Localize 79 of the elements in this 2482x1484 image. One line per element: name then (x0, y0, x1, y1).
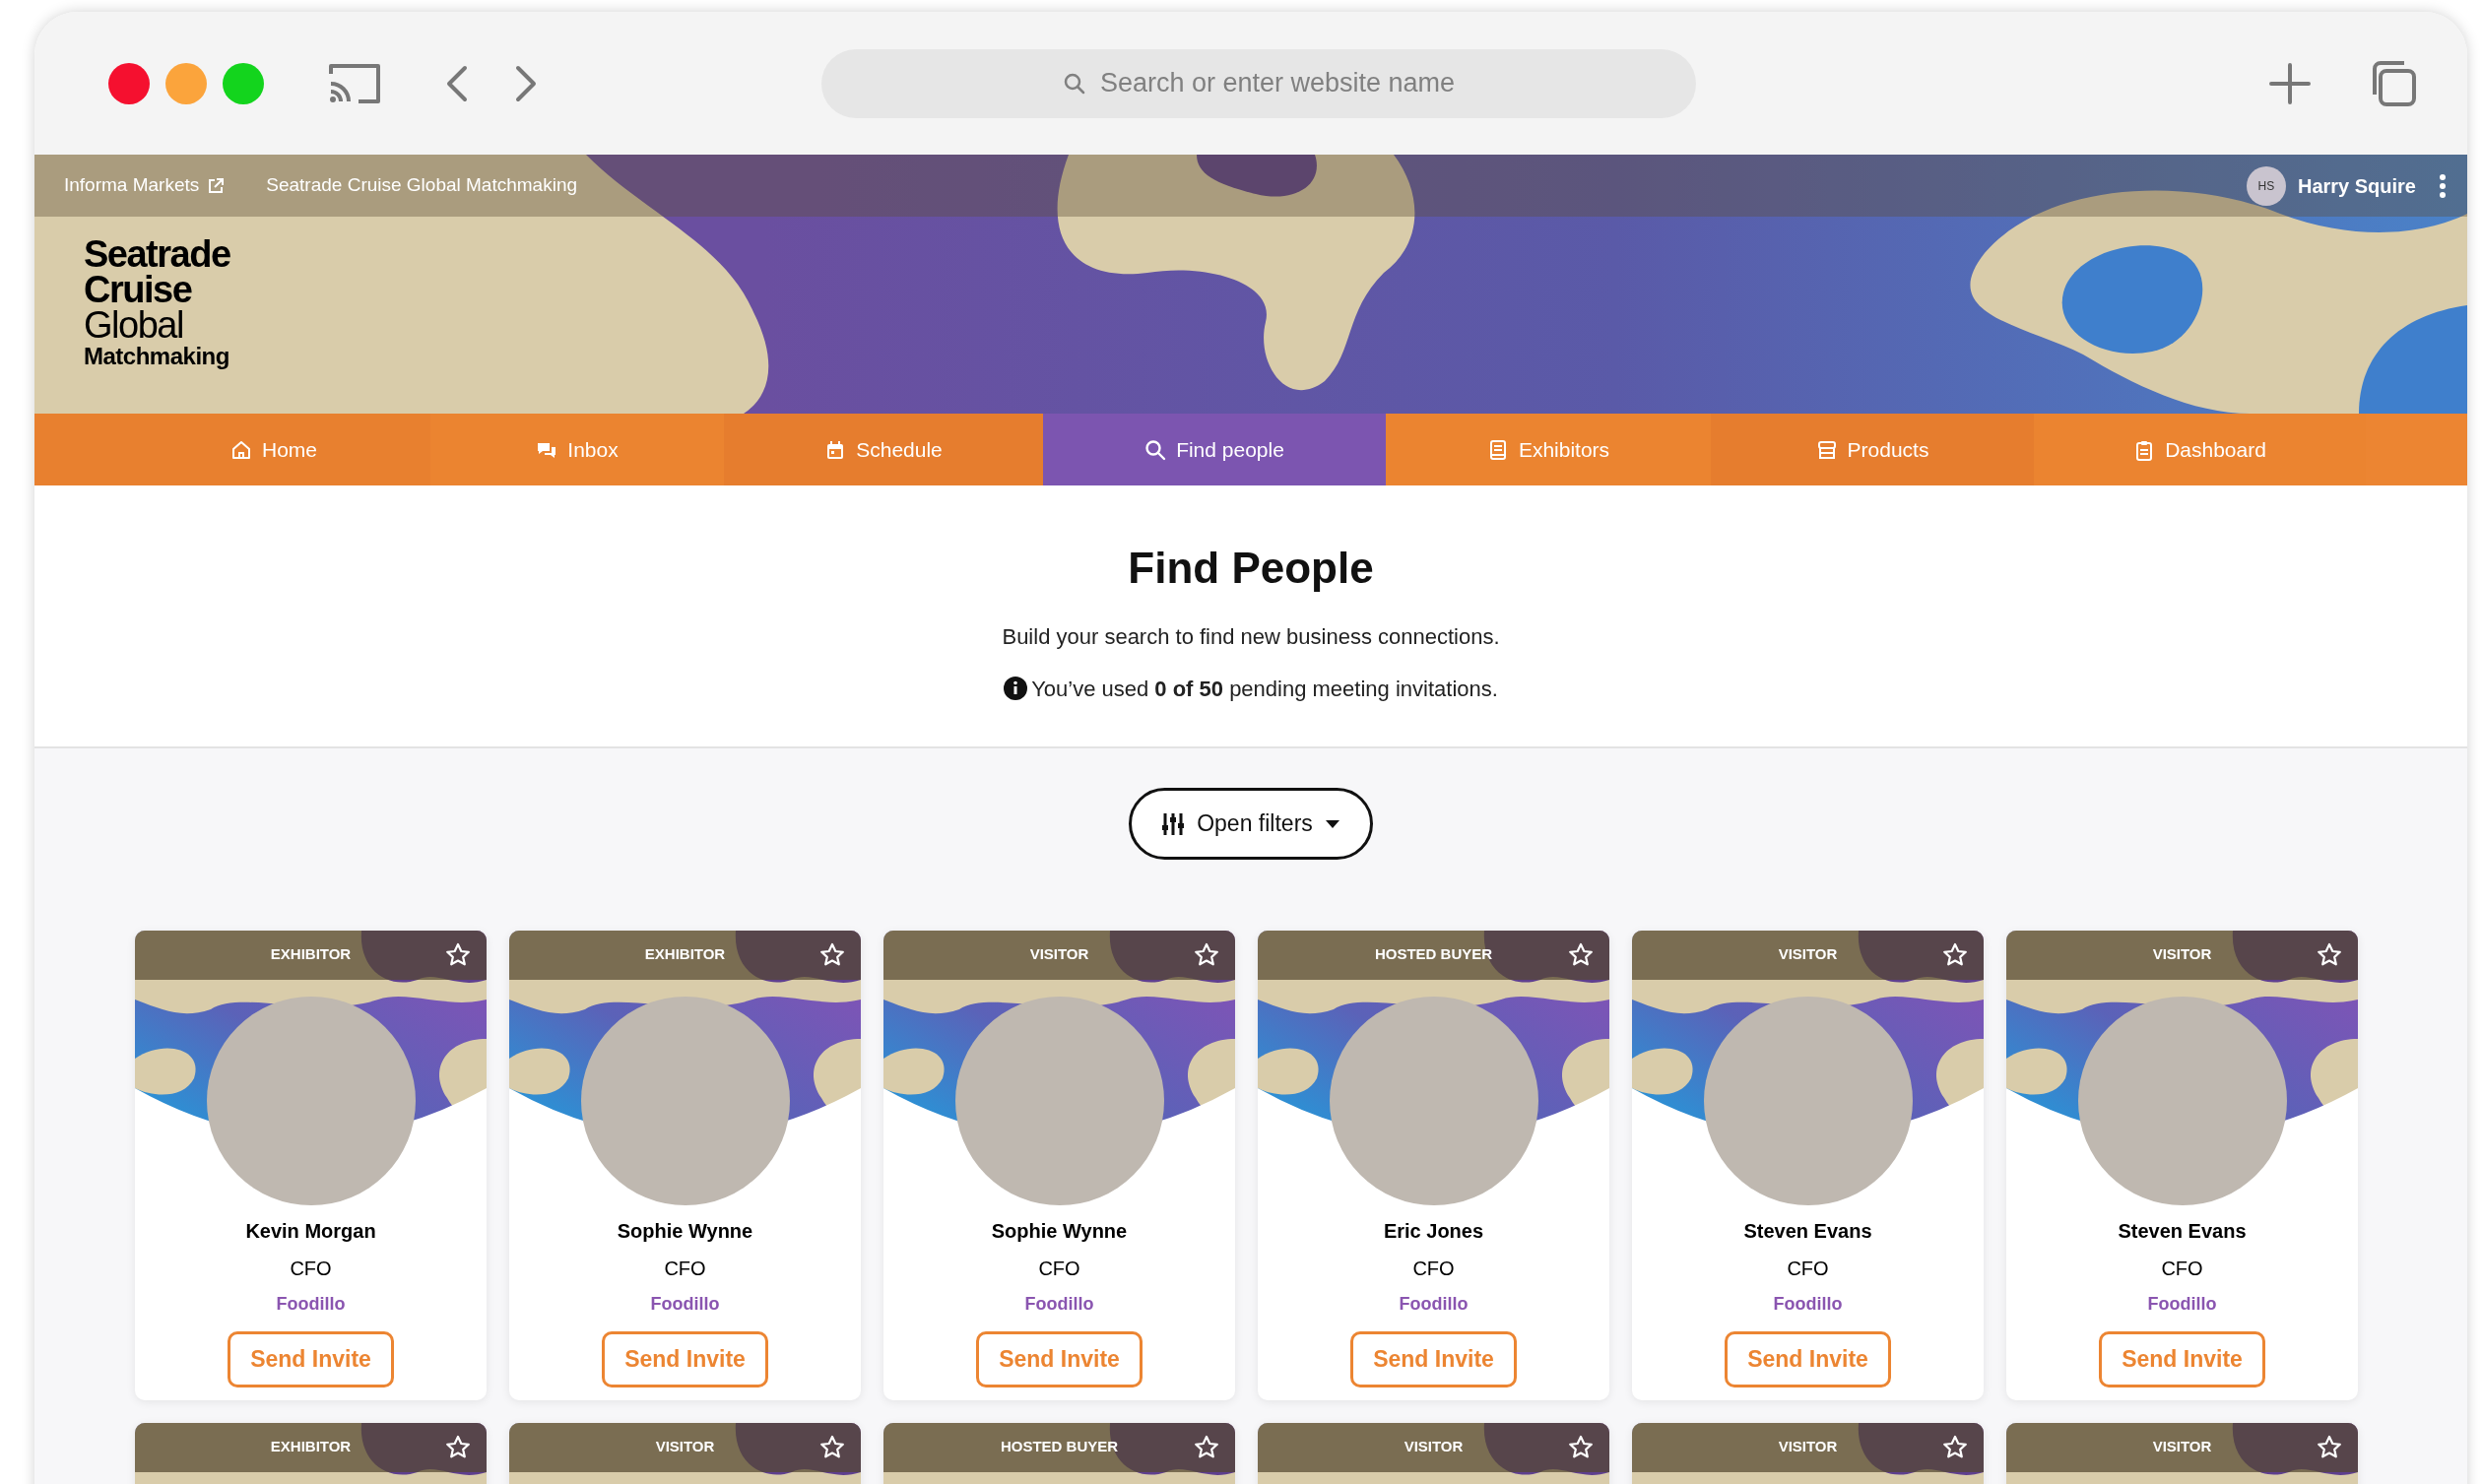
company-name: Foodillo (1773, 1293, 1843, 1316)
logo-text: Cruise (84, 272, 192, 307)
sliders-icon (1161, 810, 1186, 837)
person-job-title: CFO (1787, 1257, 1829, 1281)
person-job-title: CFO (1412, 1257, 1455, 1281)
star-icon[interactable] (445, 942, 471, 968)
star-icon[interactable] (445, 1435, 471, 1460)
send-invite-button[interactable]: Send Invite (228, 1331, 394, 1387)
search-icon (1144, 438, 1167, 461)
invitation-usage-text: You’ve used 0 of 50 pending meeting invitations. (1031, 675, 1498, 703)
role-label: EXHIBITOR (270, 1437, 352, 1456)
logo-text: Seatrade (84, 236, 230, 272)
star-icon[interactable] (1568, 942, 1594, 968)
nav-tab[interactable]: Find people (1043, 414, 1386, 485)
star-icon[interactable] (819, 942, 845, 968)
new-tab-icon[interactable] (2268, 61, 2312, 105)
person-name: Sophie Wynne (991, 1219, 1128, 1244)
star-icon[interactable] (1942, 1435, 1968, 1460)
nav-tab[interactable]: Schedule (724, 414, 1043, 485)
person-name: Eric Jones (1383, 1219, 1484, 1244)
close-window-button[interactable] (108, 62, 150, 104)
logo-text: Matchmaking (84, 343, 229, 370)
top-bar-link[interactable]: Seatrade Cruise Global Matchmaking (266, 171, 578, 200)
person-job-title: CFO (2161, 1257, 2203, 1281)
page-title: Find People (1128, 543, 1374, 594)
send-invite-button[interactable]: Send Invite (2099, 1331, 2265, 1387)
company-name: Foodillo (276, 1293, 346, 1316)
person-job-title: CFO (1038, 1257, 1080, 1281)
star-icon[interactable] (2317, 1435, 2342, 1460)
person-job-title: CFO (290, 1257, 332, 1281)
person-name: Steven Evans (2118, 1219, 2247, 1244)
role-label: VISITOR (1778, 944, 1838, 964)
person-name: Kevin Morgan (245, 1219, 376, 1244)
star-icon[interactable] (819, 1435, 845, 1460)
company-name: Foodillo (650, 1293, 720, 1316)
forward-icon[interactable] (514, 63, 538, 103)
page-subtitle: Build your search to find new business connections. (1002, 622, 1500, 651)
person-job-title: CFO (664, 1257, 706, 1281)
role-label: VISITOR (1404, 1437, 1464, 1456)
send-invite-button[interactable]: Send Invite (602, 1331, 768, 1387)
more-options-icon[interactable] (2438, 172, 2448, 199)
role-label: HOSTED BUYER (1000, 1437, 1119, 1456)
address-placeholder: Search or enter website name (1099, 67, 1456, 100)
star-icon[interactable] (1194, 942, 1219, 968)
role-label: VISITOR (2152, 1437, 2212, 1456)
star-icon[interactable] (1568, 1435, 1594, 1460)
user-avatar[interactable]: HS (2246, 165, 2286, 206)
nav-tab[interactable]: Home (34, 414, 430, 485)
address-bar[interactable]: Search or enter website name (821, 48, 1696, 118)
top-bar-link[interactable]: Informa Markets (64, 171, 200, 200)
role-label: VISITOR (2152, 944, 2212, 964)
star-icon[interactable] (1942, 942, 1968, 968)
external-link-icon[interactable] (207, 176, 226, 195)
star-icon[interactable] (2317, 942, 2342, 968)
send-invite-button[interactable]: Send Invite (1725, 1331, 1891, 1387)
send-invite-button[interactable]: Send Invite (976, 1331, 1143, 1387)
person-name: Steven Evans (1743, 1219, 1872, 1244)
role-label: VISITOR (1029, 944, 1089, 964)
user-name[interactable]: Harry Squire (2297, 170, 2416, 201)
company-name: Foodillo (2147, 1293, 2217, 1316)
company-name: Foodillo (1024, 1293, 1094, 1316)
star-icon[interactable] (1194, 1435, 1219, 1460)
person-name: Sophie Wynne (617, 1219, 753, 1244)
company-name: Foodillo (1399, 1293, 1469, 1316)
open-filters-button[interactable]: Open filters (1129, 788, 1373, 860)
search-icon (1062, 71, 1086, 96)
role-label: EXHIBITOR (644, 944, 726, 964)
storefront-icon (1815, 438, 1838, 461)
caret-icon (1324, 818, 1340, 829)
send-invite-button[interactable]: Send Invite (1350, 1331, 1517, 1387)
info-icon (1004, 677, 1028, 701)
back-icon[interactable] (445, 63, 469, 103)
home-icon (230, 438, 252, 461)
role-label: HOSTED BUYER (1374, 944, 1493, 964)
role-label: VISITOR (655, 1437, 715, 1456)
logo-text: Global (84, 307, 183, 343)
nav-tab[interactable]: Products (1711, 414, 2034, 485)
role-label: EXHIBITOR (270, 944, 352, 964)
role-label: VISITOR (1778, 1437, 1838, 1456)
